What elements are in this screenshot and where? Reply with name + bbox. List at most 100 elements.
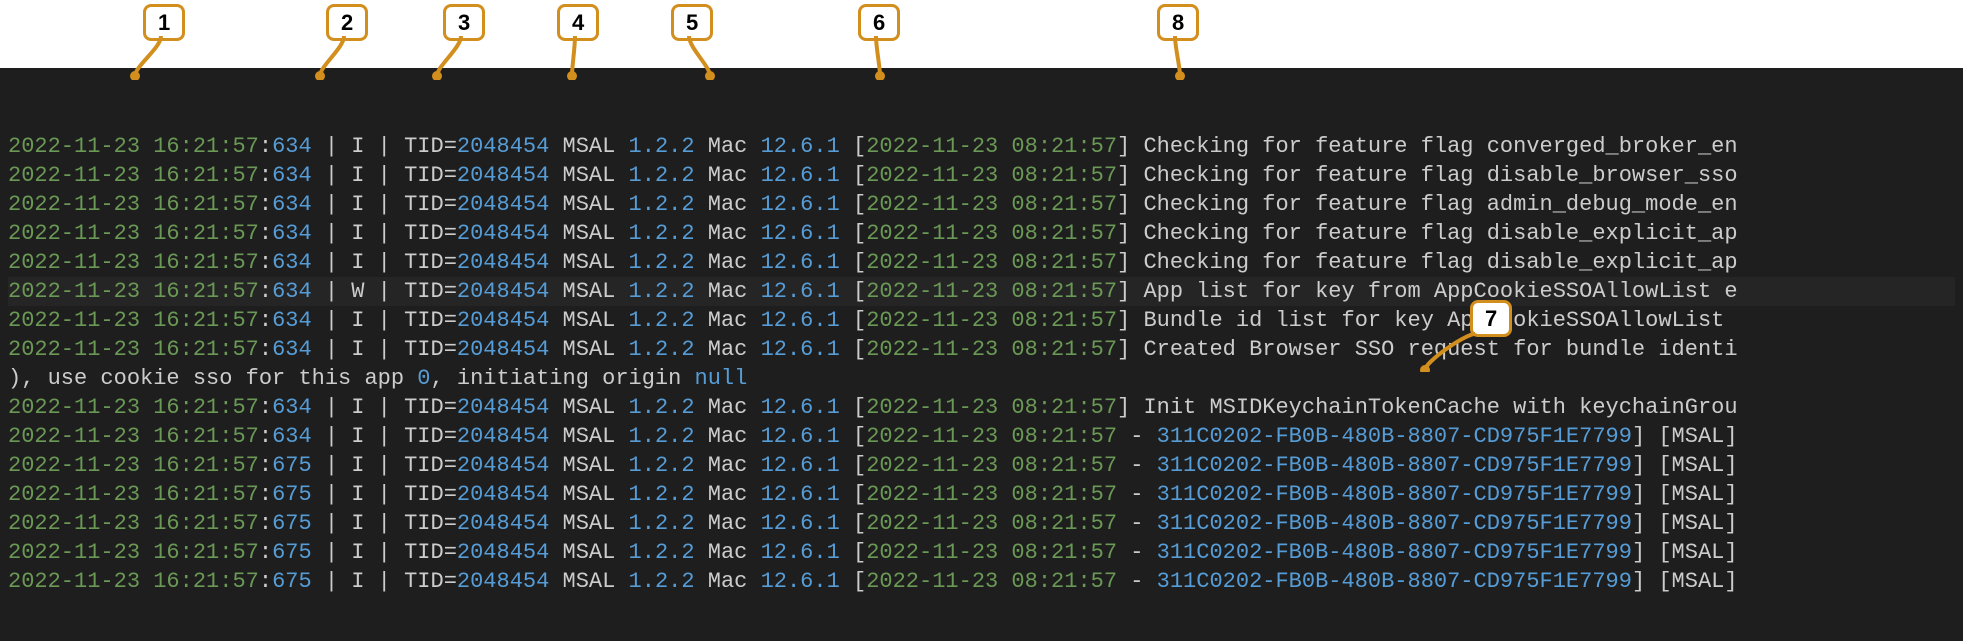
log-guid: 311C0202-FB0B-480B-8807-CD975F1E7799 <box>1157 569 1632 594</box>
callout-5: 5 <box>656 0 730 68</box>
log-ver: 1.2.2 <box>629 163 695 188</box>
log-osver: 12.6.1 <box>761 540 840 565</box>
log-level: I <box>351 337 364 362</box>
log-lib: MSAL <box>563 279 616 304</box>
log-number: 0 <box>417 366 430 391</box>
log-ms: 634 <box>272 395 312 420</box>
log-ms: 634 <box>272 221 312 246</box>
log-tag: [MSAL] <box>1658 569 1737 594</box>
log-ms: 634 <box>272 308 312 333</box>
log-tid: 2048454 <box>457 569 549 594</box>
log-guid: 311C0202-FB0B-480B-8807-CD975F1E7799 <box>1157 511 1632 536</box>
log-time: 16:21:57 <box>153 192 259 217</box>
log-ver: 1.2.2 <box>629 192 695 217</box>
log-osver: 12.6.1 <box>761 511 840 536</box>
log-utc: 2022-11-23 08:21:57 <box>866 511 1117 536</box>
log-ms: 634 <box>272 337 312 362</box>
log-guid: 311C0202-FB0B-480B-8807-CD975F1E7799 <box>1157 540 1632 565</box>
log-tid: 2048454 <box>457 163 549 188</box>
log-time: 16:21:57 <box>153 540 259 565</box>
log-tag: [MSAL] <box>1658 482 1737 507</box>
log-osver: 12.6.1 <box>761 453 840 478</box>
log-os: Mac <box>708 569 748 594</box>
log-line: 2022-11-23 16:21:57:675 | I | TID=204845… <box>8 538 1955 567</box>
callout-box: 1 <box>143 4 185 41</box>
log-line: 2022-11-23 16:21:57:675 | I | TID=204845… <box>8 567 1955 596</box>
log-line: 2022-11-23 16:21:57:634 | I | TID=204845… <box>8 422 1955 451</box>
log-msg: ), use cookie sso for this app <box>8 366 417 391</box>
log-line: 2022-11-23 16:21:57:634 | I | TID=204845… <box>8 190 1955 219</box>
log-date: 2022-11-23 <box>8 453 140 478</box>
log-line: 2022-11-23 16:21:57:634 | I | TID=204845… <box>8 219 1955 248</box>
log-level: I <box>351 163 364 188</box>
log-os: Mac <box>708 395 748 420</box>
log-date: 2022-11-23 <box>8 134 140 159</box>
log-osver: 12.6.1 <box>761 163 840 188</box>
log-line: 2022-11-23 16:21:57:634 | I | TID=204845… <box>8 306 1955 335</box>
log-time: 16:21:57 <box>153 279 259 304</box>
log-date: 2022-11-23 <box>8 308 140 333</box>
log-os: Mac <box>708 540 748 565</box>
log-msg: Created Browser SSO request for bundle i… <box>1143 337 1737 362</box>
log-date: 2022-11-23 <box>8 395 140 420</box>
log-ver: 1.2.2 <box>629 308 695 333</box>
log-os: Mac <box>708 482 748 507</box>
log-utc: 2022-11-23 08:21:57 <box>866 569 1117 594</box>
log-time: 16:21:57 <box>153 424 259 449</box>
log-ms: 634 <box>272 163 312 188</box>
log-level: I <box>351 511 364 536</box>
log-tid: 2048454 <box>457 134 549 159</box>
log-tag: [MSAL] <box>1658 424 1737 449</box>
log-level: I <box>351 308 364 333</box>
log-lib: MSAL <box>563 453 616 478</box>
log-msg: Checking for feature flag disable_explic… <box>1143 250 1737 275</box>
log-utc: 2022-11-23 08:21:57 <box>866 134 1117 159</box>
log-os: Mac <box>708 250 748 275</box>
log-line: 2022-11-23 16:21:57:634 | W | TID=204845… <box>8 277 1955 306</box>
log-lib: MSAL <box>563 134 616 159</box>
callout-label: 6 <box>873 10 885 35</box>
log-tid: 2048454 <box>457 308 549 333</box>
log-utc: 2022-11-23 08:21:57 <box>866 221 1117 246</box>
log-time: 16:21:57 <box>153 337 259 362</box>
log-guid: 311C0202-FB0B-480B-8807-CD975F1E7799 <box>1157 424 1632 449</box>
log-level: I <box>351 395 364 420</box>
log-tid: 2048454 <box>457 279 549 304</box>
log-ver: 1.2.2 <box>629 511 695 536</box>
log-osver: 12.6.1 <box>761 221 840 246</box>
log-date: 2022-11-23 <box>8 221 140 246</box>
log-guid: 311C0202-FB0B-480B-8807-CD975F1E7799 <box>1157 482 1632 507</box>
log-utc: 2022-11-23 08:21:57 <box>866 163 1117 188</box>
log-date: 2022-11-23 <box>8 337 140 362</box>
log-os: Mac <box>708 163 748 188</box>
log-lib: MSAL <box>563 308 616 333</box>
log-os: Mac <box>708 511 748 536</box>
log-osver: 12.6.1 <box>761 482 840 507</box>
log-osver: 12.6.1 <box>761 424 840 449</box>
log-ver: 1.2.2 <box>629 453 695 478</box>
log-os: Mac <box>708 192 748 217</box>
log-ver: 1.2.2 <box>629 540 695 565</box>
log-date: 2022-11-23 <box>8 163 140 188</box>
log-ms: 634 <box>272 134 312 159</box>
callout-label: 5 <box>686 10 698 35</box>
log-os: Mac <box>708 221 748 246</box>
log-tid: 2048454 <box>457 511 549 536</box>
log-ms: 675 <box>272 482 312 507</box>
log-msg: Checking for feature flag disable_browse… <box>1143 163 1737 188</box>
log-line: 2022-11-23 16:21:57:634 | I | TID=204845… <box>8 161 1955 190</box>
log-osver: 12.6.1 <box>761 279 840 304</box>
log-lib: MSAL <box>563 337 616 362</box>
log-osver: 12.6.1 <box>761 250 840 275</box>
log-lib: MSAL <box>563 395 616 420</box>
log-line: 2022-11-23 16:21:57:634 | I | TID=204845… <box>8 248 1955 277</box>
log-ver: 1.2.2 <box>629 250 695 275</box>
log-ver: 1.2.2 <box>629 482 695 507</box>
log-msg: Init MSIDKeychainTokenCache with keychai… <box>1143 395 1737 420</box>
log-tid: 2048454 <box>457 221 549 246</box>
callout-1: 1 <box>120 0 163 68</box>
log-utc: 2022-11-23 08:21:57 <box>866 482 1117 507</box>
log-level: I <box>351 250 364 275</box>
log-lib: MSAL <box>563 540 616 565</box>
log-date: 2022-11-23 <box>8 424 140 449</box>
